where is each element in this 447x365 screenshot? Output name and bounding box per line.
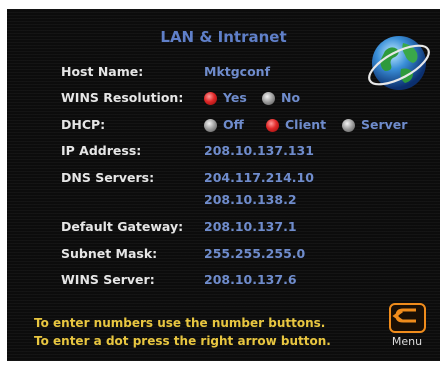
wins-resolution-label: WINS Resolution: <box>61 90 184 105</box>
dhcp-options: Off Client Server <box>204 117 424 133</box>
radio-unselected-icon <box>262 91 275 105</box>
subnet-mask-row: Subnet Mask: <box>61 246 157 262</box>
radio-unselected-icon <box>204 118 217 132</box>
wins-server-field[interactable]: 208.10.137.6 <box>204 272 297 288</box>
ip-address-label: IP Address: <box>61 143 142 158</box>
settings-screen: LAN & Intranet Host Name: Mktgconf WINS … <box>7 9 440 361</box>
ip-address-field[interactable]: 208.10.137.131 <box>204 143 314 159</box>
host-name-row: Host Name: <box>61 64 143 80</box>
dhcp-server-label: Server <box>361 117 408 132</box>
dns-servers-row: DNS Servers: <box>61 170 154 186</box>
dns-servers-label: DNS Servers: <box>61 170 155 185</box>
dhcp-client-option[interactable]: Client <box>266 117 326 133</box>
ip-address-row: IP Address: <box>61 143 141 159</box>
globe-icon <box>368 36 430 90</box>
wins-server-label: WINS Server: <box>61 272 155 287</box>
dns-server-2-field[interactable]: 208.10.138.2 <box>204 192 297 208</box>
back-arrow-icon <box>389 303 426 333</box>
default-gateway-field[interactable]: 208.10.137.1 <box>204 219 297 235</box>
subnet-mask-field[interactable]: 255.255.255.0 <box>204 246 305 262</box>
dns-server-1-field[interactable]: 204.117.214.10 <box>204 170 314 186</box>
menu-button[interactable]: Menu <box>387 303 427 353</box>
radio-unselected-icon <box>342 118 355 132</box>
wins-no-option[interactable]: No <box>262 90 300 106</box>
menu-label: Menu <box>391 335 423 348</box>
wins-resolution-options: Yes No <box>204 90 404 106</box>
host-name-field[interactable]: Mktgconf <box>204 64 270 80</box>
dhcp-row: DHCP: <box>61 117 105 133</box>
dhcp-off-option[interactable]: Off <box>204 117 244 133</box>
subnet-mask-label: Subnet Mask: <box>61 246 158 261</box>
radio-selected-icon <box>266 118 279 132</box>
hint-dot: To enter a dot press the right arrow but… <box>34 334 331 348</box>
dhcp-client-label: Client <box>285 117 327 132</box>
dhcp-off-label: Off <box>223 117 244 132</box>
default-gateway-label: Default Gateway: <box>61 219 184 234</box>
dhcp-server-option[interactable]: Server <box>342 117 407 133</box>
wins-server-row: WINS Server: <box>61 272 155 288</box>
wins-no-label: No <box>281 90 301 105</box>
hint-numbers: To enter numbers use the number buttons. <box>34 316 326 330</box>
host-name-label: Host Name: <box>61 64 144 79</box>
wins-resolution-row: WINS Resolution: <box>61 90 183 106</box>
dhcp-label: DHCP: <box>61 117 106 132</box>
wins-yes-option[interactable]: Yes <box>204 90 247 106</box>
radio-selected-icon <box>204 91 217 105</box>
default-gateway-row: Default Gateway: <box>61 219 183 235</box>
wins-yes-label: Yes <box>223 90 247 105</box>
